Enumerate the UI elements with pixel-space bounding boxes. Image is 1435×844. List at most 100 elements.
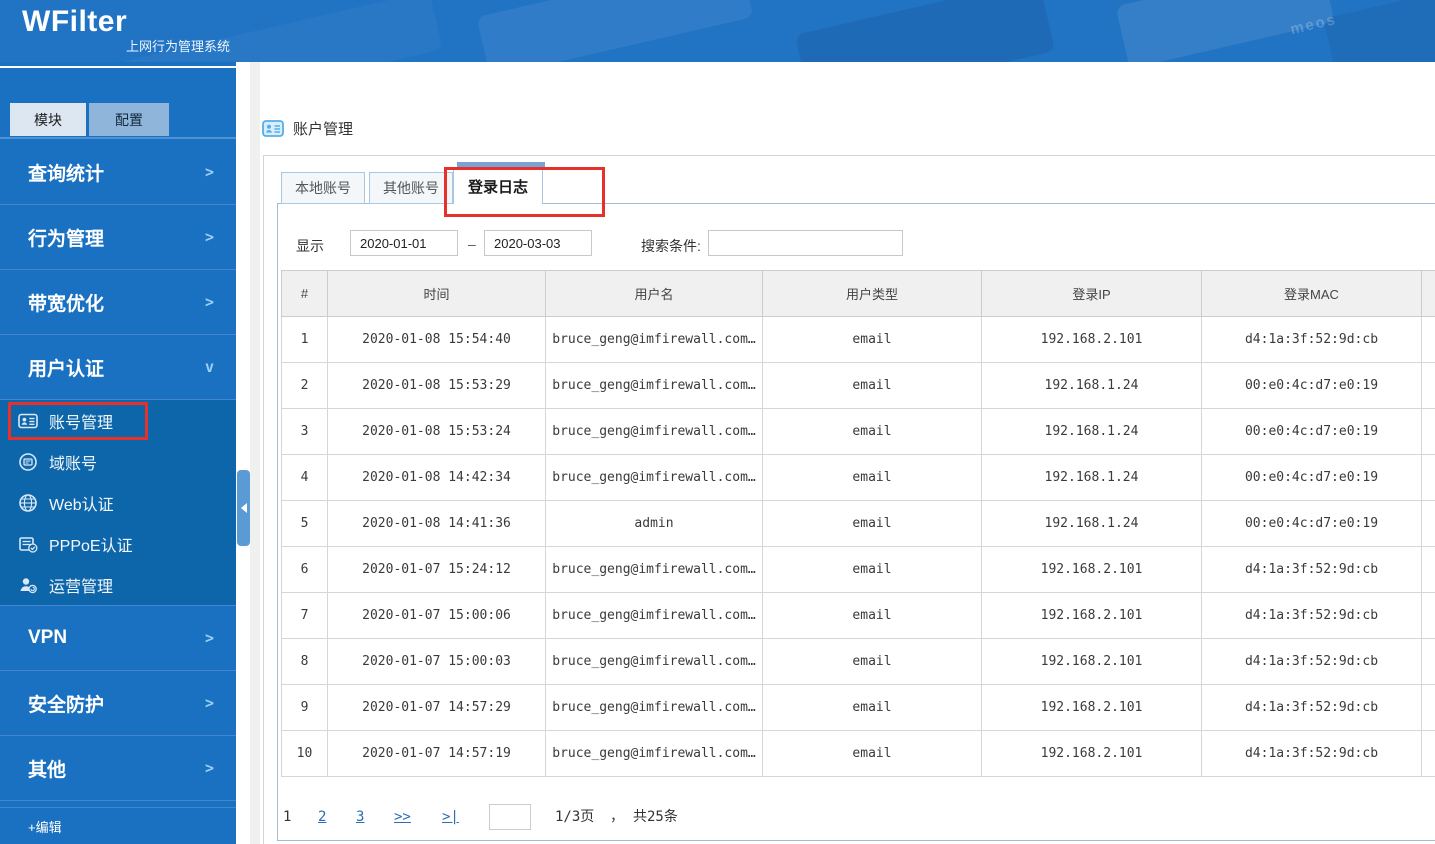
sidebar-item-account-mgmt[interactable]: 账号管理 bbox=[0, 400, 236, 441]
sidebar-item-vpn[interactable]: VPN > bbox=[0, 606, 236, 671]
sidebar-item-label: 域账号 bbox=[49, 455, 98, 473]
cell-cutoff bbox=[1421, 684, 1435, 731]
col-user-type: 用户类型 bbox=[762, 270, 982, 317]
cell-index: 5 bbox=[281, 500, 328, 547]
pagination: 1 2 3 >> >| 1/3页 ， 共25条 bbox=[0, 800, 1435, 834]
page-jump-input[interactable] bbox=[489, 804, 531, 830]
sidebar-collapse-handle[interactable] bbox=[237, 470, 250, 546]
sidebar-item-label: PPPoE认证 bbox=[49, 537, 133, 555]
date-to-input[interactable] bbox=[484, 230, 592, 256]
tab-local-accounts[interactable]: 本地账号 bbox=[281, 172, 365, 204]
table-row[interactable]: 4 2020-01-08 14:42:34 bruce_geng@imfirew… bbox=[281, 454, 1435, 501]
cell-index: 9 bbox=[281, 684, 328, 731]
table-row[interactable]: 3 2020-01-08 15:53:24 bruce_geng@imfirew… bbox=[281, 408, 1435, 455]
cell-user-type: email bbox=[762, 684, 982, 731]
sidebar-item-label: 查询统计 bbox=[28, 163, 105, 185]
col-username: 用户名 bbox=[545, 270, 763, 317]
cell-index: 8 bbox=[281, 638, 328, 685]
cell-user-type: email bbox=[762, 592, 982, 639]
app-logo: WFilter bbox=[22, 5, 128, 38]
sidebar-submenu-user-auth: 账号管理 域账号 Web认证 PPPoE认证 运营管理 bbox=[0, 400, 236, 606]
sidebar-tabbar-divider bbox=[0, 137, 236, 139]
page-3-link[interactable]: 3 bbox=[356, 800, 364, 834]
cell-login-mac: 00:e0:4c:d7:e0:19 bbox=[1201, 500, 1422, 547]
sidebar-item-pppoe-auth[interactable]: PPPoE认证 bbox=[0, 523, 236, 564]
total-records: 共25条 bbox=[633, 809, 678, 825]
cell-time: 2020-01-08 15:53:24 bbox=[327, 408, 546, 455]
cell-cutoff bbox=[1421, 638, 1435, 685]
cell-cutoff bbox=[1421, 362, 1435, 409]
date-from-input[interactable] bbox=[350, 230, 458, 256]
cell-time: 2020-01-07 15:00:03 bbox=[327, 638, 546, 685]
sidebar-item-behavior-mgmt[interactable]: 行为管理 > bbox=[0, 205, 236, 270]
cell-user-type: email bbox=[762, 546, 982, 593]
sidebar-item-label: 其他 bbox=[28, 759, 67, 781]
show-label: 显示 bbox=[296, 238, 324, 254]
cell-login-ip: 192.168.2.101 bbox=[981, 638, 1202, 685]
page-title: 账户管理 bbox=[293, 121, 354, 138]
table-row[interactable]: 5 2020-01-08 14:41:36 admin email 192.16… bbox=[281, 500, 1435, 547]
cell-cutoff bbox=[1421, 592, 1435, 639]
col-login-mac: 登录MAC bbox=[1201, 270, 1422, 317]
sidebar-tab-config[interactable]: 配置 bbox=[89, 103, 169, 136]
cell-user-type: email bbox=[762, 454, 982, 501]
cell-login-ip: 192.168.2.101 bbox=[981, 684, 1202, 731]
search-input[interactable] bbox=[708, 230, 903, 256]
last-page-link[interactable]: >| bbox=[442, 800, 459, 834]
cell-time: 2020-01-07 14:57:29 bbox=[327, 684, 546, 731]
sidebar: 模块 配置 查询统计 > 行为管理 > 带宽优化 > 用户认证 v 账号管理 域… bbox=[0, 62, 236, 844]
cell-username: bruce_geng@imfirewall.com… bbox=[545, 592, 763, 639]
cell-cutoff bbox=[1421, 546, 1435, 593]
next-pages-link[interactable]: >> bbox=[394, 800, 411, 834]
breadcrumb: 账户管理 bbox=[262, 118, 353, 139]
sidebar-item-other[interactable]: 其他 > bbox=[0, 736, 236, 801]
cell-login-mac: d4:1a:3f:52:9d:cb bbox=[1201, 638, 1422, 685]
cell-index: 1 bbox=[281, 316, 328, 363]
table-row[interactable]: 10 2020-01-07 14:57:19 bruce_geng@imfire… bbox=[281, 730, 1435, 777]
page-2-link[interactable]: 2 bbox=[318, 800, 326, 834]
sidebar-item-bandwidth[interactable]: 带宽优化 > bbox=[0, 270, 236, 335]
chevron-right-icon: > bbox=[204, 694, 214, 712]
sidebar-tabbar: 模块 配置 bbox=[10, 103, 169, 136]
table-row[interactable]: 8 2020-01-07 15:00:03 bruce_geng@imfirew… bbox=[281, 638, 1435, 685]
cell-login-mac: 00:e0:4c:d7:e0:19 bbox=[1201, 454, 1422, 501]
table-row[interactable]: 6 2020-01-07 15:24:12 bruce_geng@imfirew… bbox=[281, 546, 1435, 593]
sidebar-tab-modules[interactable]: 模块 bbox=[10, 103, 86, 136]
sidebar-item-security[interactable]: 安全防护 > bbox=[0, 671, 236, 736]
cell-username: bruce_geng@imfirewall.com… bbox=[545, 408, 763, 455]
cell-user-type: email bbox=[762, 362, 982, 409]
cell-time: 2020-01-08 15:54:40 bbox=[327, 316, 546, 363]
cell-username: admin bbox=[545, 500, 763, 547]
table-row[interactable]: 7 2020-01-07 15:00:06 bruce_geng@imfirew… bbox=[281, 592, 1435, 639]
sidebar-item-user-auth[interactable]: 用户认证 v bbox=[0, 335, 236, 400]
sidebar-item-query-stats[interactable]: 查询统计 > bbox=[0, 140, 236, 205]
table-row[interactable]: 2 2020-01-08 15:53:29 bruce_geng@imfirew… bbox=[281, 362, 1435, 409]
cell-login-mac: d4:1a:3f:52:9d:cb bbox=[1201, 546, 1422, 593]
globe-icon bbox=[19, 493, 37, 512]
cell-login-ip: 192.168.1.24 bbox=[981, 500, 1202, 547]
sidebar-item-operation-mgmt[interactable]: 运营管理 bbox=[0, 564, 236, 605]
table-row[interactable]: 1 2020-01-08 15:54:40 bruce_geng@imfirew… bbox=[281, 316, 1435, 363]
id-card-icon bbox=[18, 413, 38, 428]
cell-time: 2020-01-07 14:57:19 bbox=[327, 730, 546, 777]
tab-other-accounts[interactable]: 其他账号 bbox=[369, 172, 453, 204]
sidebar-item-label: 运营管理 bbox=[49, 578, 114, 596]
cell-time: 2020-01-08 15:53:29 bbox=[327, 362, 546, 409]
chevron-right-icon: > bbox=[204, 163, 214, 181]
cell-user-type: email bbox=[762, 500, 982, 547]
cell-login-mac: d4:1a:3f:52:9d:cb bbox=[1201, 316, 1422, 363]
cell-username: bruce_geng@imfirewall.com… bbox=[545, 638, 763, 685]
sidebar-item-label: 行为管理 bbox=[28, 228, 105, 250]
tab-login-log[interactable]: 登录日志 bbox=[453, 168, 543, 204]
cell-username: bruce_geng@imfirewall.com… bbox=[545, 730, 763, 777]
sidebar-item-domain-account[interactable]: 域账号 bbox=[0, 441, 236, 482]
chevron-right-icon: > bbox=[204, 629, 214, 647]
sidebar-item-web-auth[interactable]: Web认证 bbox=[0, 482, 236, 523]
sidebar-item-label: 安全防护 bbox=[28, 694, 105, 716]
cell-index: 4 bbox=[281, 454, 328, 501]
cell-time: 2020-01-07 15:24:12 bbox=[327, 546, 546, 593]
table-row[interactable]: 9 2020-01-07 14:57:29 bruce_geng@imfirew… bbox=[281, 684, 1435, 731]
keyboard-bg-decor bbox=[1323, 0, 1435, 62]
cell-login-ip: 192.168.1.24 bbox=[981, 408, 1202, 455]
col-time: 时间 bbox=[327, 270, 546, 317]
